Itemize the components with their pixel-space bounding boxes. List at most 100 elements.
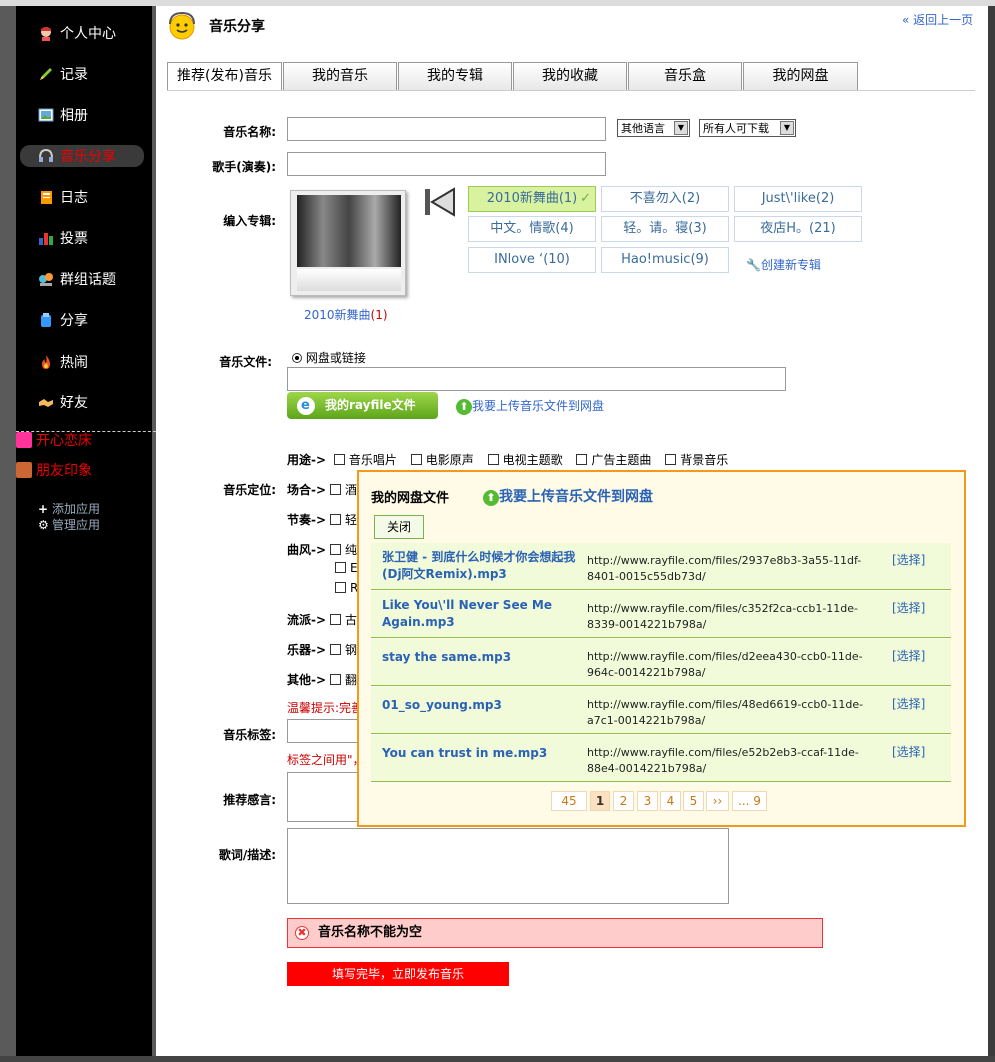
checkbox[interactable] [333, 454, 345, 465]
usage-option-label: 广告主题曲 [591, 453, 652, 467]
sidebar-item-music-share[interactable]: 音乐分享 [20, 145, 144, 167]
sidebar-item-profile[interactable]: 个人中心 [38, 22, 150, 44]
checkbox[interactable] [330, 674, 342, 685]
tab-my-music[interactable]: 我的音乐 [283, 62, 397, 90]
checkbox[interactable] [576, 454, 588, 465]
bar-chart-icon [38, 230, 54, 246]
manage-app-link[interactable]: ⚙ 管理应用 [38, 516, 100, 533]
checkbox[interactable] [487, 454, 499, 465]
back-link[interactable]: « 返回上一页 [902, 11, 973, 28]
album-option[interactable]: 中文。情歌(4) [468, 216, 596, 242]
sidebar-item-hot[interactable]: 热闹 [38, 351, 150, 373]
check-icon: ✓ [580, 191, 591, 206]
pagination-page[interactable]: 2 [613, 791, 634, 811]
album-option[interactable]: INlove ‘(10) [468, 247, 596, 273]
album-option[interactable]: 轻。请。寝(3) [601, 216, 729, 242]
checkbox[interactable] [330, 484, 342, 495]
rhythm-option-label: 轻 [345, 513, 358, 527]
album-cover-caption[interactable]: 2010新舞曲(1) [304, 306, 388, 323]
select-file-link[interactable]: [选择] [892, 743, 925, 760]
fire-icon [38, 354, 54, 370]
tags-label: 音乐标签: [223, 728, 276, 742]
pagination-page-current[interactable]: 1 [590, 791, 610, 811]
album-option[interactable]: Just\'like(2) [734, 186, 862, 212]
recommend-label: 推荐感言: [223, 793, 276, 807]
file-name[interactable]: Like You\'ll Never See Me Again.mp3 [382, 597, 582, 631]
pagination-page[interactable]: 4 [660, 791, 681, 811]
sidebar-item-friends[interactable]: 好友 [38, 391, 150, 413]
sidebar-app-kaixin[interactable]: 开心恋床 [16, 430, 92, 450]
album-option[interactable]: 2010新舞曲(1) ✓ [468, 186, 596, 212]
pagination-last[interactable]: ... 9 [732, 791, 767, 811]
singer-input[interactable] [287, 152, 606, 176]
tab-recommend[interactable]: 推荐(发布)音乐 [167, 62, 282, 91]
checkbox[interactable] [665, 454, 677, 465]
recommend-textarea[interactable] [287, 772, 367, 822]
sidebar-item-album[interactable]: 相册 [38, 104, 150, 126]
language-select[interactable]: 其他语言 ▼ [617, 119, 690, 137]
usage-option[interactable]: 电影原声 [407, 453, 474, 467]
pagination-next[interactable]: ›› [706, 791, 729, 811]
tab-my-netdisk[interactable]: 我的网盘 [743, 62, 858, 90]
popup-upload-link[interactable]: ⬆ 我要上传音乐文件到网盘 [483, 486, 653, 506]
sidebar-item-label: 好友 [60, 395, 88, 411]
checkbox[interactable] [335, 562, 346, 573]
file-url-input[interactable] [287, 367, 786, 391]
app-icon [16, 462, 32, 478]
tags-input[interactable] [287, 719, 367, 743]
prev-album-arrow-icon[interactable] [424, 187, 456, 219]
music-name-input[interactable] [287, 117, 606, 141]
sidebar-app-friend-impression[interactable]: 朋友印象 [16, 460, 92, 480]
checkbox[interactable] [330, 614, 342, 625]
checkbox[interactable] [330, 514, 342, 525]
select-file-link[interactable]: [选择] [892, 599, 925, 616]
album-cover[interactable] [290, 190, 406, 296]
sidebar-item-vote[interactable]: 投票 [38, 227, 150, 249]
album-option[interactable]: 夜店H。(21) [734, 216, 862, 242]
select-file-link[interactable]: [选择] [892, 695, 925, 712]
file-row: You can trust in me.mp3 http://www.rayfi… [371, 735, 951, 782]
album-caption-text: 2010新舞曲 [304, 308, 371, 322]
file-name[interactable]: You can trust in me.mp3 [382, 745, 582, 762]
usage-option[interactable]: 广告主题曲 [572, 453, 651, 467]
usage-option[interactable]: 电视主题歌 [484, 453, 563, 467]
tab-music-box[interactable]: 音乐盒 [628, 62, 742, 90]
tab-my-favorites[interactable]: 我的收藏 [513, 62, 627, 90]
tab-my-albums[interactable]: 我的专辑 [398, 62, 512, 90]
popup-title: 我的网盘文件 [371, 491, 450, 506]
lyrics-textarea[interactable] [287, 828, 729, 904]
sidebar-item-diary[interactable]: 日志 [38, 186, 150, 208]
instrument-label: 乐器-> [287, 643, 327, 657]
close-button[interactable]: 关闭 [374, 515, 424, 539]
usage-row: 用途-> 音乐唱片 电影原声 电视主题歌 广告主题曲 背景音乐 [287, 451, 728, 468]
album-label: 编入专辑: [223, 214, 276, 228]
download-permission-select[interactable]: 所有人可下载 ▼ [699, 119, 796, 137]
rayfile-button[interactable]: e 我的rayfile文件 [287, 392, 438, 419]
album-option[interactable]: Hao!music(9) [601, 247, 729, 273]
checkbox[interactable] [410, 454, 422, 465]
sidebar-item-group-topic[interactable]: 群组话题 [38, 268, 150, 290]
file-source-radio[interactable]: 网盘或链接 [292, 349, 366, 366]
submit-button[interactable]: 填写完毕，立即发布音乐 [287, 962, 509, 986]
plus-icon: + [38, 501, 49, 516]
select-file-link[interactable]: [选择] [892, 647, 925, 664]
pagination-page[interactable]: 5 [683, 791, 704, 811]
sidebar-item-record[interactable]: 记录 [38, 63, 150, 85]
checkbox[interactable] [335, 582, 346, 593]
usage-option[interactable]: 背景音乐 [661, 453, 728, 467]
sidebar-item-share[interactable]: 分享 [38, 309, 150, 331]
file-name[interactable]: stay the same.mp3 [382, 649, 582, 666]
window-scrollbar[interactable] [988, 6, 995, 1056]
file-name[interactable]: 张卫健 - 到底什么时候才你会想起我(Dj阿文Remix).mp3 [382, 549, 582, 583]
upload-to-disk-link[interactable]: ⬆ 我要上传音乐文件到网盘 [456, 397, 604, 415]
checkbox[interactable] [330, 544, 342, 555]
file-name[interactable]: 01_so_young.mp3 [382, 697, 582, 714]
select-file-link[interactable]: [选择] [892, 551, 925, 568]
album-option[interactable]: 不喜勿入(2) [601, 186, 729, 212]
upload-arrow-icon: ⬆ [483, 490, 499, 506]
usage-option[interactable]: 音乐唱片 [330, 453, 397, 467]
create-album-link[interactable]: 🔧创建新专辑 [746, 256, 821, 273]
add-app-link[interactable]: + 添加应用 [38, 500, 100, 517]
pagination-page[interactable]: 3 [637, 791, 658, 811]
checkbox[interactable] [330, 644, 342, 655]
